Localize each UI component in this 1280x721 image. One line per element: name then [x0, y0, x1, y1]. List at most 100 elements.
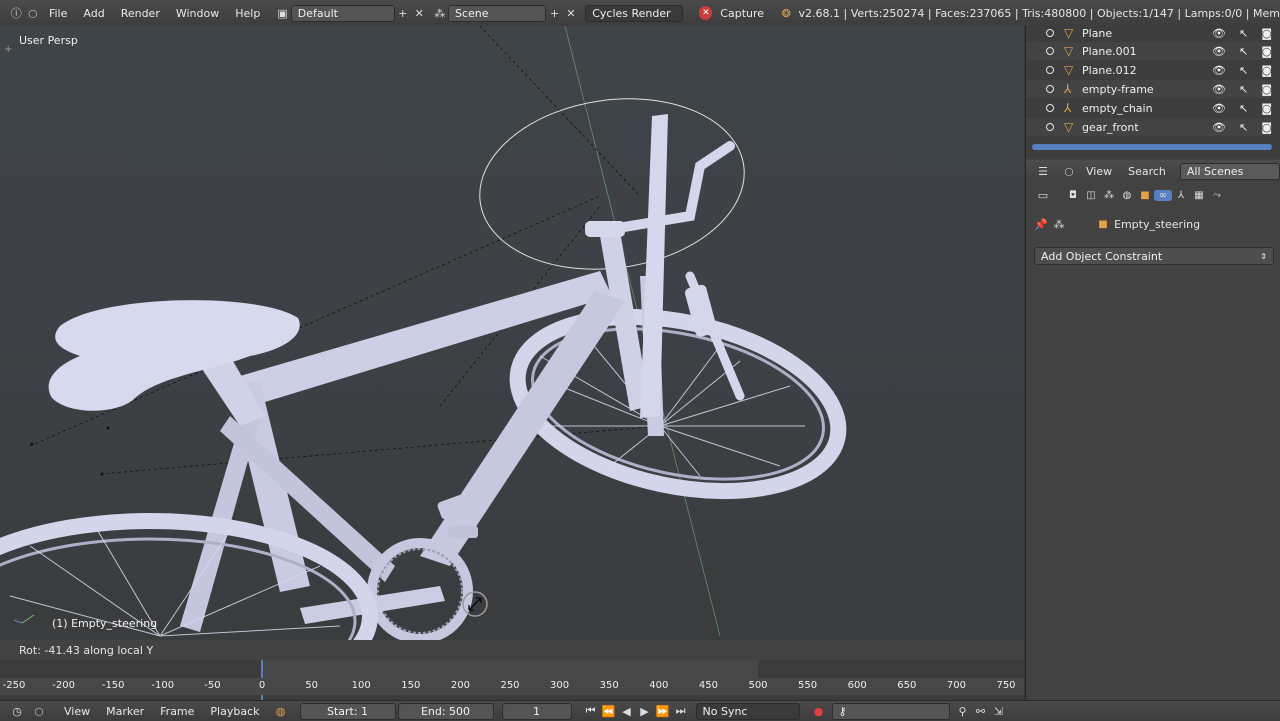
3d-viewport[interactable]: User Persp (1) Empty_steering +: [0, 26, 1024, 660]
outliner-item-name[interactable]: empty-frame: [1082, 83, 1154, 96]
outliner-scrollbar[interactable]: [1032, 144, 1272, 150]
row-toggles[interactable]: 👁 ↖ ◙: [1212, 27, 1272, 40]
screen-layout-icon[interactable]: ▣: [274, 4, 290, 22]
outliner-item-name[interactable]: gear_front: [1082, 121, 1139, 134]
menu-view[interactable]: View: [56, 705, 98, 718]
outliner-row[interactable]: ⅄ empty_chain 👁 ↖ ◙: [1026, 99, 1272, 117]
row-toggles[interactable]: 👁 ↖ ◙: [1212, 121, 1272, 134]
cursor-icon[interactable]: ↖: [1239, 102, 1248, 115]
plus-icon[interactable]: +: [4, 44, 12, 55]
eye-icon[interactable]: 👁: [1212, 102, 1226, 115]
eye-icon[interactable]: 👁: [1212, 121, 1226, 134]
cursor-icon[interactable]: ↖: [1239, 121, 1248, 134]
properties-editor-icon[interactable]: ▭: [1034, 186, 1052, 204]
eye-icon[interactable]: 👁: [1212, 64, 1226, 77]
play-reverse-icon[interactable]: ◀: [618, 702, 636, 720]
delete-keyframe-icon[interactable]: ⚯: [972, 702, 990, 720]
row-toggles[interactable]: 👁 ↖ ◙: [1212, 83, 1272, 96]
menu-marker[interactable]: Marker: [98, 705, 152, 718]
remove-scene-icon[interactable]: ✕: [563, 4, 579, 22]
outliner-row[interactable]: ▽ Plane.001 👁 ↖ ◙: [1026, 42, 1272, 60]
menu-view[interactable]: View: [1086, 165, 1112, 178]
add-object-constraint-button[interactable]: Add Object Constraint ⇕: [1034, 247, 1274, 265]
menu-render[interactable]: Render: [113, 7, 168, 20]
jump-start-icon[interactable]: ⏮: [582, 702, 600, 720]
expand-icon[interactable]: [1046, 66, 1054, 74]
menu-playback[interactable]: Playback: [202, 705, 267, 718]
menu-search[interactable]: Search: [1128, 165, 1166, 178]
start-frame-field[interactable]: Start: 1: [299, 702, 396, 720]
outliner-item-name[interactable]: Plane.001: [1082, 45, 1137, 58]
cursor-icon[interactable]: ↖: [1239, 83, 1248, 96]
collapse-menu-icon[interactable]: ◯: [30, 702, 48, 720]
record-icon[interactable]: ●: [810, 702, 828, 720]
outliner-item-name[interactable]: empty_chain: [1082, 102, 1153, 115]
cursor-icon[interactable]: ↖: [1239, 64, 1248, 77]
outliner-row[interactable]: ▽ gear_front 👁 ↖ ◙: [1026, 118, 1272, 136]
remove-layout-icon[interactable]: ✕: [411, 4, 427, 22]
pin-icon[interactable]: 📌: [1032, 215, 1050, 233]
outliner-row[interactable]: ▽ Plane.012 👁 ↖ ◙: [1026, 61, 1272, 79]
editor-type-icon[interactable]: ⓘ: [8, 4, 24, 22]
keying-set-field[interactable]: ⚷: [831, 702, 950, 720]
capture-stop-icon[interactable]: ✕: [699, 6, 713, 20]
camera-icon[interactable]: ◙: [1261, 102, 1272, 115]
physics-tab-icon[interactable]: ⤳: [1208, 190, 1226, 201]
object-data-tab-icon[interactable]: ⅄: [1172, 190, 1190, 201]
menu-frame[interactable]: Frame: [152, 705, 202, 718]
expand-icon[interactable]: [1046, 104, 1054, 112]
scene-icon[interactable]: ⁂: [432, 4, 448, 22]
eye-icon[interactable]: 👁: [1212, 45, 1226, 58]
collapse-menu-icon[interactable]: ◯: [1060, 162, 1078, 180]
camera-icon[interactable]: ◙: [1261, 64, 1272, 77]
outliner-item-name[interactable]: Plane: [1082, 27, 1112, 40]
render-tab-icon[interactable]: ◘: [1064, 190, 1082, 201]
add-layout-icon[interactable]: +: [395, 4, 411, 22]
cursor-icon[interactable]: ↖: [1239, 45, 1248, 58]
end-frame-field[interactable]: End: 500: [397, 702, 494, 720]
scene-select[interactable]: Scene: [448, 4, 547, 22]
menu-add[interactable]: Add: [75, 7, 112, 20]
keying-set-icon[interactable]: ◍: [272, 702, 290, 720]
prev-keyframe-icon[interactable]: ⏪: [600, 702, 618, 720]
camera-icon[interactable]: ◙: [1261, 121, 1272, 134]
camera-icon[interactable]: ◙: [1261, 27, 1272, 40]
display-mode-select[interactable]: All Scenes: [1179, 162, 1280, 180]
cursor-icon[interactable]: ↖: [1239, 27, 1248, 40]
eye-icon[interactable]: 👁: [1212, 27, 1226, 40]
play-icon[interactable]: ▶: [636, 702, 654, 720]
scroll-icon[interactable]: ⇲: [990, 702, 1008, 720]
collapse-menu-icon[interactable]: ◯: [24, 4, 40, 22]
row-toggles[interactable]: 👁 ↖ ◙: [1212, 102, 1272, 115]
capture-label[interactable]: Capture: [712, 7, 772, 20]
editor-type-icon[interactable]: ◷: [8, 702, 26, 720]
expand-icon[interactable]: [1046, 123, 1054, 131]
outliner-row[interactable]: ⅄ empty-frame 👁 ↖ ◙: [1026, 80, 1272, 98]
next-keyframe-icon[interactable]: ⏩: [654, 702, 672, 720]
object-tab-icon[interactable]: ■: [1136, 190, 1154, 201]
editor-type-icon[interactable]: ☰: [1034, 162, 1052, 180]
world-tab-icon[interactable]: ◍: [1118, 190, 1136, 201]
insert-keyframe-icon[interactable]: ⚲: [954, 702, 972, 720]
row-toggles[interactable]: 👁 ↖ ◙: [1212, 45, 1272, 58]
layers-tab-icon[interactable]: ◫: [1082, 190, 1100, 201]
sync-mode-select[interactable]: No Sync: [695, 702, 800, 720]
eye-icon[interactable]: 👁: [1212, 83, 1226, 96]
current-frame-field[interactable]: 1: [501, 702, 572, 720]
menu-file[interactable]: File: [41, 7, 75, 20]
constraints-tab-icon[interactable]: ∞: [1154, 189, 1172, 201]
camera-icon[interactable]: ◙: [1261, 45, 1272, 58]
add-scene-icon[interactable]: +: [546, 4, 562, 22]
menu-window[interactable]: Window: [168, 7, 227, 20]
camera-icon[interactable]: ◙: [1261, 83, 1272, 96]
layout-select[interactable]: Default: [290, 4, 395, 22]
render-engine-select[interactable]: Cycles Render: [585, 4, 684, 22]
expand-icon[interactable]: [1046, 47, 1054, 55]
row-toggles[interactable]: 👁 ↖ ◙: [1212, 64, 1272, 77]
outliner-row[interactable]: ▽ Plane 👁 ↖ ◙: [1026, 26, 1272, 42]
outliner[interactable]: ▽ Plane 👁 ↖ ◙ ▽ Plane.001 👁 ↖ ◙ ▽ Plane.012 …: [1026, 26, 1280, 158]
expand-icon[interactable]: [1046, 29, 1054, 37]
scene-tab-icon[interactable]: ⁂: [1100, 190, 1118, 201]
texture-tab-icon[interactable]: ▦: [1190, 190, 1208, 201]
outliner-item-name[interactable]: Plane.012: [1082, 64, 1137, 77]
